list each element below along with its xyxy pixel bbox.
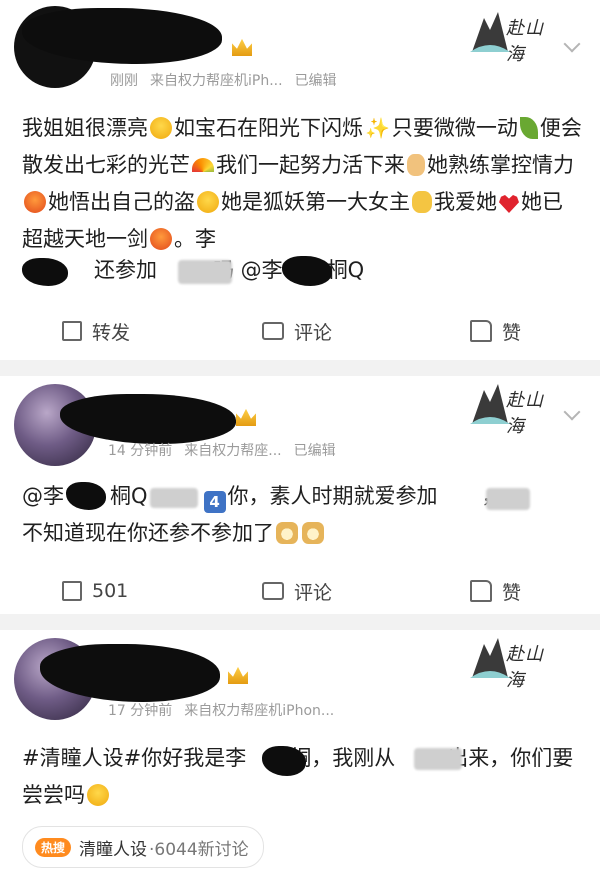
hot-search-badge: 热搜 (35, 837, 72, 857)
topic-name: 清瞳人设 (79, 839, 148, 860)
leaf-emoji-icon (519, 117, 538, 139)
edited-label[interactable]: 已编辑 (295, 73, 337, 89)
mention-link-suffix[interactable]: 桐Q (327, 258, 365, 282)
comment-icon (262, 322, 284, 340)
sparkles-emoji-icon: ✨ (365, 116, 390, 140)
rainbow-emoji-icon (192, 158, 214, 172)
angry-face-emoji-icon (24, 191, 46, 213)
thumbs-up-icon (470, 320, 492, 342)
red-heart-emoji-icon (499, 195, 519, 213)
mountain-icon (470, 638, 510, 678)
topic-count: ·6044新讨论 (149, 839, 249, 860)
blurred-text (414, 748, 462, 770)
action-bar: 501 评论 赞 (0, 568, 600, 614)
action-bar: 转发 评论 赞 (0, 308, 600, 354)
brand-logo-icon: 赴山海 (470, 8, 560, 65)
post-meta: 刚刚 来自权力帮座机iPh... 已编辑 (110, 70, 349, 90)
post-time: 17 分钟前 (108, 703, 173, 719)
post-source: 来自权力帮座机iPh... (150, 73, 283, 89)
post-time: 刚刚 (110, 73, 138, 89)
edited-label[interactable]: 已编辑 (294, 443, 336, 459)
logo-text: 赴山海 (506, 644, 544, 691)
vip-crown-icon (228, 666, 248, 684)
comment-button[interactable]: 评论 (262, 308, 332, 354)
post-source: 来自权力帮座机iPhon... (184, 703, 335, 719)
post-meta: 17 分钟前 来自权力帮座机iPhon... (108, 700, 346, 720)
comment-button[interactable]: 评论 (262, 568, 332, 614)
chevron-down-icon[interactable] (563, 403, 581, 421)
redacted-text (22, 258, 68, 286)
clapping-hands-emoji-icon (412, 191, 432, 213)
mention-link-suffix[interactable]: 桐Q (110, 484, 148, 508)
mountain-icon (470, 384, 510, 424)
relieved-face-emoji-icon (197, 191, 219, 213)
trending-topic-chip[interactable]: 热搜 清瞳人设 ·6044新讨论 (22, 826, 264, 868)
doge-emoji-icon (302, 522, 324, 544)
blurred-text (486, 488, 530, 510)
brand-logo-icon: 赴山海 (470, 634, 560, 691)
chevron-down-icon[interactable] (563, 35, 581, 53)
vip-crown-icon (236, 408, 256, 426)
repost-icon (62, 581, 82, 601)
repost-button[interactable]: 501 (62, 568, 128, 614)
heart-eyes-emoji-icon (150, 117, 172, 139)
post-card-3: 17 分钟前 来自权力帮座机iPhon... 赴山海 #清瞳人设#你好我是李 桐，我… (0, 630, 600, 887)
hot-face-emoji-icon (150, 228, 172, 250)
doge-emoji-icon (276, 522, 298, 544)
vip-crown-icon (232, 38, 252, 56)
hashtag-link[interactable]: #清瞳人设#你好我是李 (22, 746, 246, 770)
like-button[interactable]: 赞 (470, 308, 521, 354)
like-button[interactable]: 赞 (470, 568, 521, 614)
keycap-four-emoji-icon: 4 (203, 491, 226, 513)
mention-link[interactable]: @李 (22, 484, 64, 508)
brand-logo-icon: 赴山海 (470, 380, 560, 437)
blurred-text (150, 488, 198, 508)
muscle-emoji-icon (407, 154, 425, 176)
blurred-text (178, 260, 232, 284)
post-time: 14 分钟前 (108, 443, 173, 459)
post-text: #清瞳人设#你好我是李 桐，我刚从 出来，你们要尝尝吗 (22, 746, 574, 807)
post-card-2: 14 分钟前来自权力帮座...已编辑 赴山海 @李桐Q4你，素人时期就爱参加，不… (0, 376, 600, 614)
kissing-face-emoji-icon (87, 784, 109, 806)
repost-icon (62, 321, 82, 341)
post-text: 我姐姐很漂亮 如宝石在阳光下闪烁 ✨只要微微一动 便会散发出七彩的光芒 我们一起努力活下… (22, 110, 582, 258)
repost-button[interactable]: 转发 (62, 308, 130, 354)
post-card-1: 刚刚 来自权力帮座机iPh... 已编辑 赴山海 我姐姐很漂亮 如宝石在阳光下闪烁 ✨只… (0, 0, 600, 360)
comment-icon (262, 582, 284, 600)
logo-text: 赴山海 (506, 18, 544, 65)
logo-text: 赴山海 (506, 390, 544, 437)
post-meta: 14 分钟前 来自权力帮座... 已编辑 (108, 440, 348, 460)
thumbs-up-icon (470, 580, 492, 602)
post-source: 来自权力帮座... (184, 443, 282, 459)
mountain-icon (470, 12, 510, 52)
